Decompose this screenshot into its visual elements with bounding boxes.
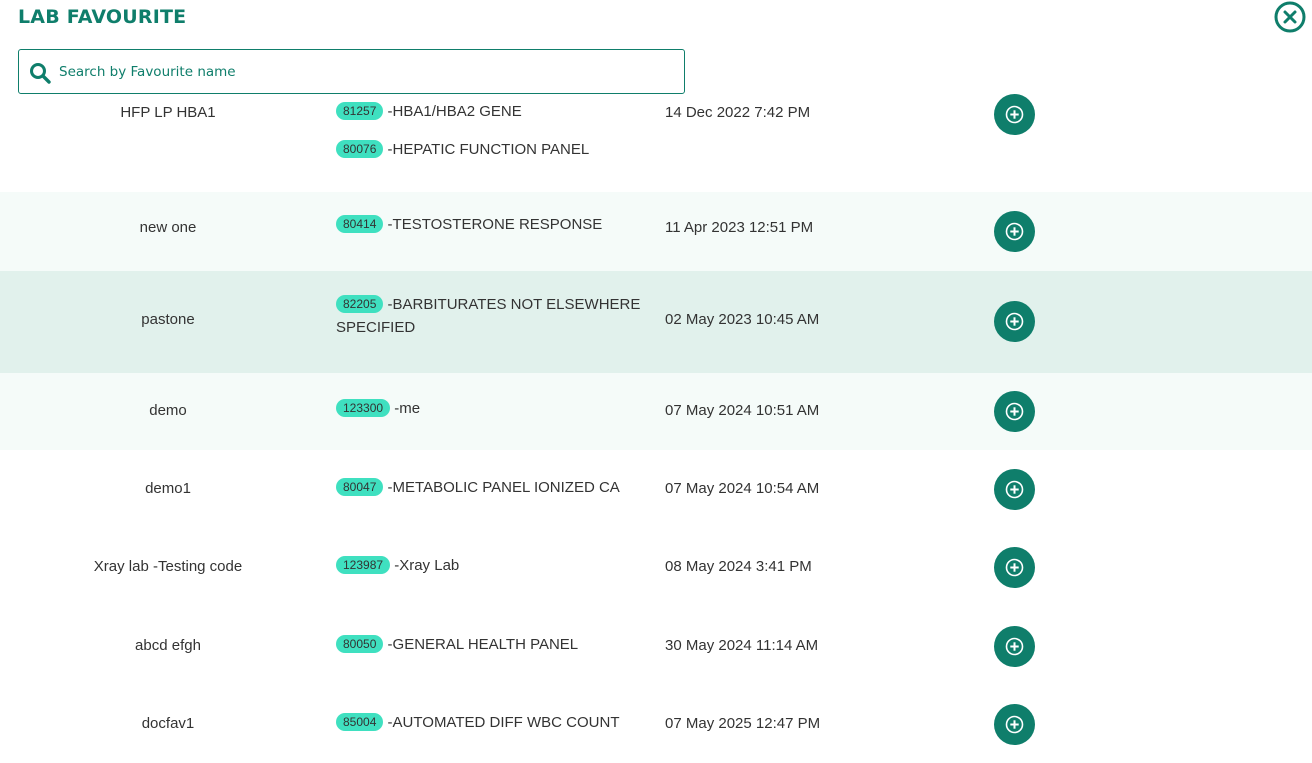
favourite-date: 14 Dec 2022 7:42 PM: [665, 104, 811, 121]
favourite-name: docfav1: [141, 715, 195, 732]
test-code-badge: 82205: [336, 295, 384, 313]
favourite-date: 02 May 2023 10:45 AM: [665, 311, 820, 328]
test-item: 81257 -HBA1/HBA2 GENE: [336, 100, 641, 123]
test-code-badge: 80050: [336, 635, 384, 653]
add-favourite-button[interactable]: [994, 469, 1035, 510]
plus-circle-icon: [1005, 558, 1024, 577]
favourite-date: 30 May 2024 11:14 AM: [665, 637, 819, 654]
add-favourite-button[interactable]: [994, 301, 1035, 342]
add-favourite-button[interactable]: [994, 211, 1035, 252]
test-code-badge: 80047: [336, 478, 384, 496]
test-name: -HEPATIC FUNCTION PANEL: [387, 141, 590, 158]
search-input[interactable]: [59, 50, 669, 93]
test-item: 123987 -Xray Lab: [336, 554, 641, 577]
test-code-badge: 123987: [336, 556, 391, 574]
plus-circle-icon: [1005, 105, 1024, 124]
favourite-row: Xray lab -Testing code 123987 -Xray Lab 08…: [0, 528, 1312, 606]
plus-circle-icon: [1005, 222, 1024, 241]
test-item: 80050 -GENERAL HEALTH PANEL: [336, 633, 641, 656]
test-name: -me: [394, 400, 421, 417]
favourite-name: abcd efgh: [135, 637, 201, 654]
plus-circle-icon: [1005, 402, 1024, 421]
favourite-row: demo1 80047 -METABOLIC PANEL IONIZED CA 07…: [0, 450, 1312, 528]
plus-circle-icon: [1005, 715, 1024, 734]
page-title: LAB FAVOURITE: [18, 6, 187, 28]
plus-circle-icon: [1005, 637, 1024, 656]
test-name: -GENERAL HEALTH PANEL: [387, 636, 579, 653]
test-name: -HBA1/HBA2 GENE: [387, 103, 522, 120]
favourite-date: 11 Apr 2023 12:51 PM: [665, 219, 814, 236]
test-item: 80414 -TESTOSTERONE RESPONSE: [336, 213, 641, 236]
test-name: -AUTOMATED DIFF WBC COUNT: [387, 714, 620, 731]
favourite-date: 07 May 2024 10:51 AM: [665, 402, 820, 419]
favourite-date: 08 May 2024 3:41 PM: [665, 558, 812, 575]
favourite-date: 07 May 2024 10:54 AM: [665, 480, 820, 497]
search-icon: [30, 63, 51, 84]
close-icon: [1274, 1, 1306, 33]
favourite-date: 07 May 2025 12:47 PM: [665, 715, 821, 732]
add-favourite-button[interactable]: [994, 626, 1035, 667]
favourite-name: new one: [139, 219, 197, 236]
favourite-row: pastone 82205 -BARBITURATES NOT ELSEWHERE…: [0, 271, 1312, 373]
test-name: -Xray Lab: [394, 557, 460, 574]
favourite-row: new one 80414 -TESTOSTERONE RESPONSE 11 Ap…: [0, 192, 1312, 271]
add-favourite-button[interactable]: [994, 94, 1035, 135]
test-item: 85004 -AUTOMATED DIFF WBC COUNT: [336, 711, 641, 734]
favourite-name: HFP LP HBA1: [120, 104, 216, 121]
favourite-row: HFP LP HBA1 81257 -HBA1/HBA2 GENE 80076 -H…: [0, 94, 1312, 192]
test-code-badge: 85004: [336, 713, 384, 731]
test-name: -TESTOSTERONE RESPONSE: [387, 216, 603, 233]
test-name: -METABOLIC PANEL IONIZED CA: [387, 479, 620, 496]
plus-circle-icon: [1005, 480, 1024, 499]
test-code-badge: 81257: [336, 102, 384, 120]
favourite-name: demo: [149, 402, 187, 419]
plus-circle-icon: [1005, 312, 1024, 331]
favourite-name: demo1: [145, 480, 191, 497]
test-item: 123300 -me: [336, 397, 641, 420]
test-item: 80076 -HEPATIC FUNCTION PANEL: [336, 138, 641, 161]
add-favourite-button[interactable]: [994, 704, 1035, 745]
favourite-name: pastone: [141, 311, 195, 328]
favourite-row: abcd efgh 80050 -GENERAL HEALTH PANEL 30 M…: [0, 606, 1312, 685]
test-code-badge: 80076: [336, 140, 384, 158]
favourite-name: Xray lab -Testing code: [93, 558, 243, 575]
close-button[interactable]: [1274, 1, 1306, 33]
search-box: [18, 49, 685, 94]
add-favourite-button[interactable]: [994, 547, 1035, 588]
favourite-row: demo 123300 -me 07 May 2024 10:51 AM: [0, 373, 1312, 450]
add-favourite-button[interactable]: [994, 391, 1035, 432]
test-code-badge: 123300: [336, 399, 391, 417]
favourite-row: docfav1 85004 -AUTOMATED DIFF WBC COUNT 07…: [0, 685, 1312, 763]
test-item: 82205 -BARBITURATES NOT ELSEWHERE SPECIF…: [336, 293, 641, 339]
test-code-badge: 80414: [336, 215, 384, 233]
test-item: 80047 -METABOLIC PANEL IONIZED CA: [336, 476, 641, 499]
